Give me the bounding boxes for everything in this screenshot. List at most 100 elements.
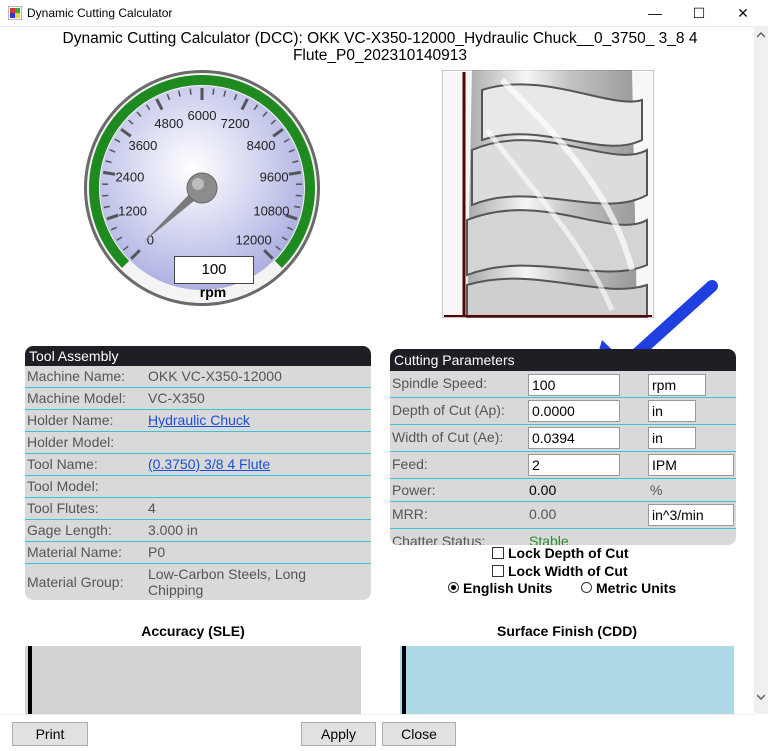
radio-selected-icon [448,582,459,593]
spindle-speed-row: Spindle Speed: 100 rpm [390,371,736,398]
surface-finish-title: Surface Finish (CDD) [400,623,734,639]
feed-input[interactable]: 2 [528,454,620,476]
window-title: Dynamic Cutting Calculator [27,6,172,20]
checkbox-icon [492,565,504,577]
tool-assembly-row: Holder Model: [25,432,371,454]
tool-assembly-row: Material Name: P0 [25,542,371,564]
tool-assembly-value: Low-Carbon Steels, Long Chipping [148,566,348,598]
tool-assembly-row: Tool Flutes: 4 [25,498,371,520]
tool-assembly-label: Material Group: [27,574,123,590]
rpm-gauge-unit: rpm [180,284,246,300]
apply-button[interactable]: Apply [301,722,376,746]
chatter-status-row: Chatter Status: Stable [390,529,736,545]
width-of-cut-unit-value: in [652,430,663,446]
tool-assembly-row: Tool Name: (0.3750) 3/8 4 Flute [25,454,371,476]
power-value: 0.00 [529,482,556,498]
tool-assembly-label: Material Name: [27,544,122,560]
gauge-tick-label: 4800 [154,116,183,131]
tool-assembly-value: OKK VC-X350-12000 [148,368,282,384]
page-title-line1: Dynamic Cutting Calculator (DCC): OKK VC… [40,30,720,47]
scroll-down-icon[interactable] [757,694,765,700]
width-of-cut-row: Width of Cut (Ae): 0.0394 in [390,425,736,452]
feed-label: Feed: [392,456,428,472]
gauge-tick-label: 1200 [118,204,147,219]
accuracy-title: Accuracy (SLE) [25,623,361,639]
tool-assembly-label: Machine Model: [27,390,126,406]
mrr-row: MRR: 0.00 in^3/min [390,502,736,529]
feed-unit-select[interactable]: IPM [648,454,734,476]
spindle-speed-unit-value: rpm [652,377,676,393]
mrr-label: MRR: [392,506,428,522]
gauge-tick-label: 6000 [188,108,217,123]
tool-assembly-row: Gage Length:3.000 in [25,520,371,542]
lock-depth-checkbox[interactable]: Lock Depth of Cut [492,545,629,561]
tool-assembly-value: VC-X350 [148,390,205,406]
depth-of-cut-input[interactable]: 0.0000 [528,400,620,422]
width-of-cut-input[interactable]: 0.0394 [528,427,620,449]
lock-depth-label: Lock Depth of Cut [508,545,629,561]
maximize-button[interactable]: ☐ [677,0,721,26]
gauge-hub-highlight [192,178,204,190]
tool-assembly-label: Holder Name: [27,412,113,428]
chatter-status-value: Stable [529,533,569,545]
power-row: Power: 0.00 % [390,479,736,502]
tool-assembly-value: P0 [148,544,165,560]
lock-width-checkbox[interactable]: Lock Width of Cut [492,563,628,579]
close-button[interactable]: Close [382,722,456,746]
width-of-cut-label: Width of Cut (Ae): [392,429,503,445]
english-units-radio[interactable]: English Units [448,580,552,596]
gauge-tick-label: 10800 [253,204,289,219]
gauge-tick-label: 2400 [115,170,144,185]
gauge-tick-label: 12000 [236,233,272,248]
depth-of-cut-unit-select[interactable]: in [648,400,696,422]
print-button[interactable]: Print [12,722,88,746]
depth-of-cut-label: Depth of Cut (Ap): [392,402,505,418]
spindle-speed-input[interactable]: 100 [528,374,620,396]
scroll-up-icon[interactable] [757,32,765,38]
cutting-parameters-panel: Cutting Parameters Spindle Speed: 100 rp… [390,349,736,545]
spindle-speed-unit-select[interactable]: rpm [648,374,706,396]
gauge-tick [213,89,214,95]
spindle-speed-label: Spindle Speed: [392,375,487,391]
tool-assembly-row: Holder Name: Hydraulic Chuck [25,410,371,432]
accuracy-bar [25,646,361,714]
tool-assembly-link[interactable]: Hydraulic Chuck [148,412,250,428]
close-window-button[interactable]: ✕ [721,0,765,26]
english-units-label: English Units [463,580,552,596]
gauge-tick [289,172,301,174]
tool-assembly-panel: Tool Assembly Machine Name: OKK VC-X350-1… [25,346,371,600]
page-title-line2: Flute_P0_202310140913 [40,47,720,64]
power-unit: % [650,482,662,498]
tool-assembly-value: 3.000 in [148,522,198,538]
tool-assembly-value: 4 [148,500,156,516]
vertical-scrollbar[interactable] [754,26,768,714]
gauge-tick [190,89,191,95]
cutting-parameters-header: Cutting Parameters [390,349,736,371]
width-of-cut-unit-select[interactable]: in [648,427,696,449]
page-title: Dynamic Cutting Calculator (DCC): OKK VC… [40,30,720,64]
minimize-button[interactable]: — [633,0,677,26]
gauge-tick-label: 7200 [221,116,250,131]
metric-units-label: Metric Units [596,580,676,596]
depth-of-cut-unit-value: in [652,403,663,419]
power-label: Power: [392,482,436,498]
mrr-unit-select[interactable]: in^3/min [648,504,734,526]
radio-unselected-icon [581,582,592,593]
tool-assembly-link[interactable]: (0.3750) 3/8 4 Flute [148,456,270,472]
checkbox-icon [492,547,504,559]
tool-assembly-header: Tool Assembly [25,346,371,366]
tool-assembly-label: Tool Name: [27,456,98,472]
feed-row: Feed: 2 IPM [390,452,736,479]
surface-finish-bar-marker [402,646,406,714]
lock-width-label: Lock Width of Cut [508,563,628,579]
tool-assembly-row: Material Group: Low-Carbon Steels, Long C… [25,564,371,600]
mrr-value: 0.00 [529,506,556,522]
metric-units-radio[interactable]: Metric Units [581,580,676,596]
gauge-tick-label: 8400 [247,138,276,153]
surface-finish-bar [400,646,734,714]
window-titlebar: Dynamic Cutting Calculator — ☐ ✕ [0,0,768,27]
tool-assembly-row: Machine Name: OKK VC-X350-12000 [25,366,371,388]
tool-assembly-label: Machine Name: [27,368,125,384]
tool-assembly-label: Tool Flutes: [27,500,99,516]
app-icon [8,6,22,20]
